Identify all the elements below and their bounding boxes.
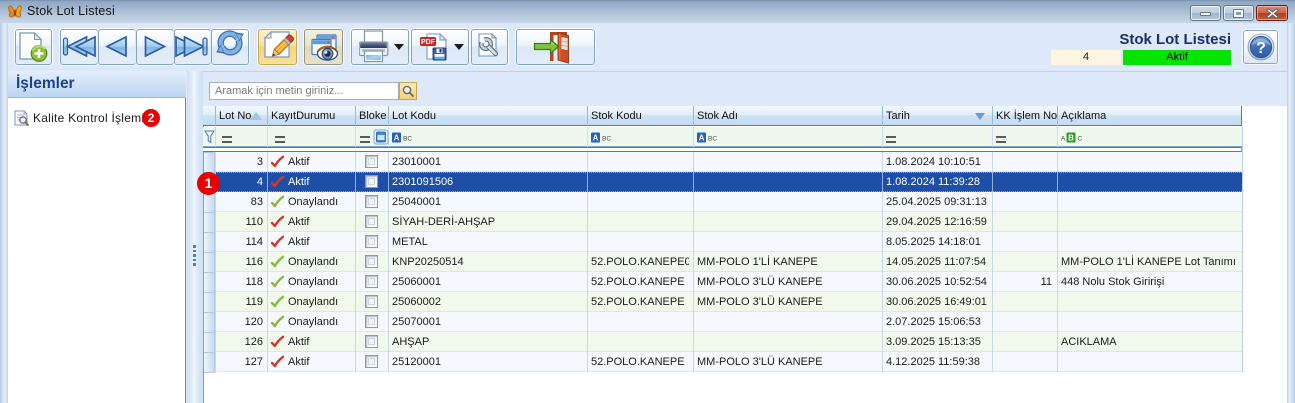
svg-text:PDF: PDF xyxy=(421,39,436,46)
svg-text:?: ? xyxy=(1256,40,1266,57)
svg-text:A: A xyxy=(1061,135,1066,142)
svg-text:A: A xyxy=(394,134,400,143)
svg-text:BC: BC xyxy=(708,135,717,142)
svg-text:A: A xyxy=(699,134,705,143)
svg-text:B: B xyxy=(1068,134,1074,143)
svg-text:C: C xyxy=(1078,135,1083,142)
svg-text:A: A xyxy=(593,134,599,143)
svg-text:BC: BC xyxy=(403,135,412,142)
svg-text:BC: BC xyxy=(602,135,611,142)
